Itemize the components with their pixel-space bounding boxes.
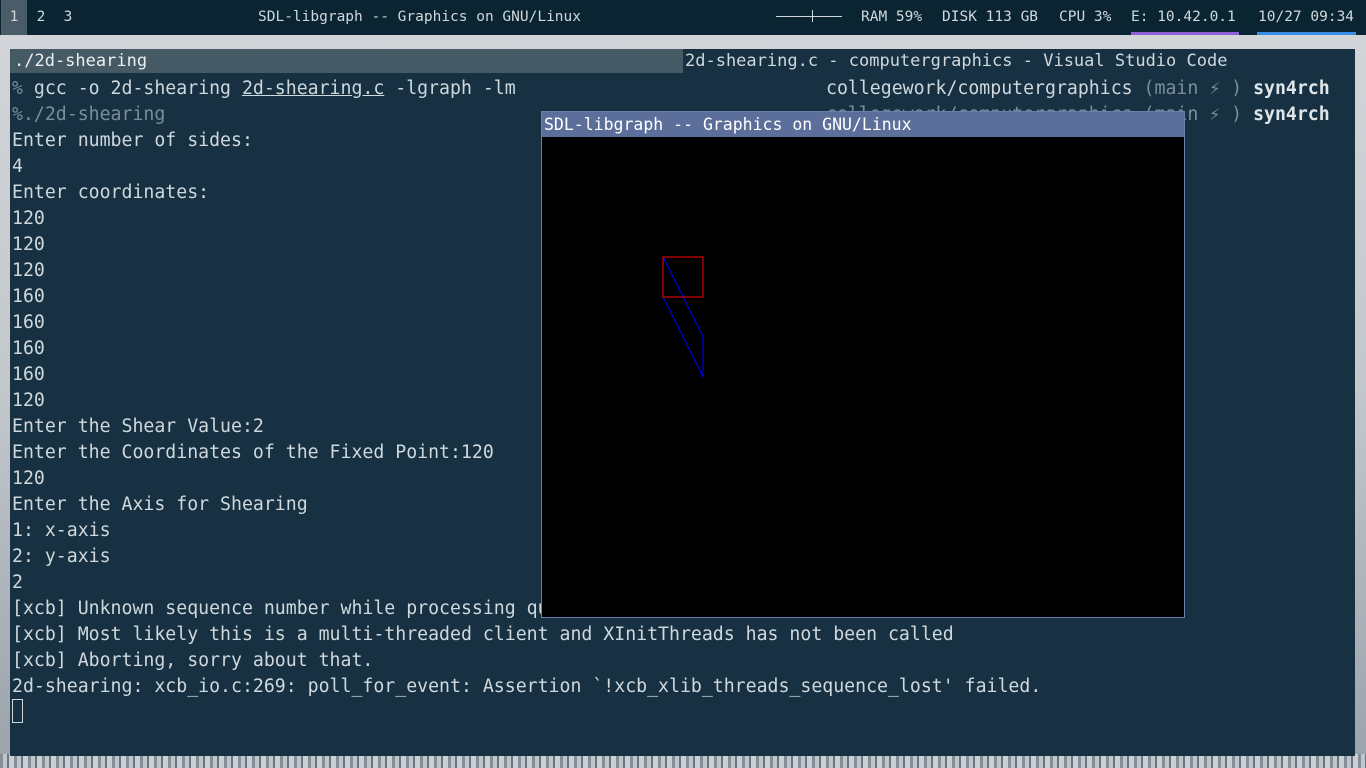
source-file-link[interactable]: 2d-shearing.c [242, 78, 384, 99]
prompt-path: collegework/computergraphics [826, 78, 1133, 99]
workspace-3-button[interactable]: 3 [55, 0, 81, 35]
tab-2d-shearing[interactable]: ./2d-shearing [10, 49, 683, 73]
output-line: [xcb] Aborting, sorry about that. [12, 650, 374, 671]
network-underline [1131, 32, 1239, 35]
output-line: 2: y-axis [12, 546, 111, 567]
sdl-graphics-window[interactable]: SDL-libgraph -- Graphics on GNU/Linux [541, 111, 1185, 618]
workspace-1-button[interactable]: 1 [1, 0, 27, 35]
git-status: (main ⚡ ) [1132, 78, 1254, 99]
sheared-polygon [662, 256, 704, 378]
prompt-symbol: % [12, 78, 34, 99]
output-line: 160 [12, 286, 45, 307]
output-line: 120 [12, 234, 45, 255]
wallpaper-texture [0, 754, 1366, 768]
disk-usage: DISK 113 GB [942, 9, 1039, 25]
terminal-tab-bar: ./2d-shearing 2d-shearing.c - computergr… [10, 49, 1355, 73]
output-line: Enter the Coordinates of the Fixed Point… [12, 442, 494, 463]
gcc-command-part: gcc -o 2d-shearing [33, 78, 242, 99]
tab-vscode[interactable]: 2d-shearing.c - computergraphics - Visua… [683, 49, 1227, 73]
output-line: 160 [12, 338, 45, 359]
graphics-canvas [662, 256, 704, 378]
output-line: 160 [12, 364, 45, 385]
clock-underline [1257, 32, 1356, 35]
output-line: 120 [12, 260, 45, 281]
output-line: [xcb] Most likely this is a multi-thread… [12, 624, 954, 645]
focused-window-title: SDL-libgraph -- Graphics on GNU/Linux [258, 9, 582, 25]
terminal-cursor [12, 699, 23, 723]
prompt-user: syn4rch [1253, 104, 1330, 125]
output-line: 120 [12, 468, 45, 489]
command-line-gcc: % gcc -o 2d-shearing 2d-shearing.c -lgra… [12, 76, 516, 102]
output-line: 1: x-axis [12, 520, 111, 541]
prompt-user: syn4rch [1253, 78, 1330, 99]
output-line: 120 [12, 208, 45, 229]
run-command: ./2d-shearing [22, 104, 166, 125]
output-line: 2 [12, 572, 23, 593]
workspace-2-button[interactable]: 2 [28, 0, 54, 35]
volume-slider-knob[interactable] [812, 10, 813, 22]
clock: 10/27 09:34 [1258, 9, 1355, 25]
top-status-bar: 1 2 3 SDL-libgraph -- Graphics on GNU/Li… [0, 0, 1366, 35]
output-line: 160 [12, 312, 45, 333]
output-line: [xcb] Unknown sequence number while proc… [12, 598, 582, 619]
prompt-symbol: % [12, 104, 23, 125]
output-line: Enter the Axis for Shearing [12, 494, 308, 515]
command-line-run: %./2d-shearing [12, 102, 165, 128]
cpu-usage: CPU 3% [1059, 9, 1112, 25]
output-line: Enter the Shear Value:2 [12, 416, 264, 437]
sdl-window-title[interactable]: SDL-libgraph -- Graphics on GNU/Linux [542, 112, 1184, 137]
gcc-flags: -lgraph -lm [384, 78, 516, 99]
right-prompt-1: collegework/computergraphics (main ⚡ ) s… [826, 76, 1330, 102]
network-address: E: 10.42.0.1 [1131, 9, 1236, 25]
output-line: 4 [12, 156, 23, 177]
volume-slider[interactable] [776, 16, 842, 17]
output-line: Enter number of sides: [12, 130, 253, 151]
output-line: Enter coordinates: [12, 182, 210, 203]
output-line: 2d-shearing: xcb_io.c:269: poll_for_even… [12, 676, 1042, 697]
original-polygon [662, 256, 704, 298]
ram-usage: RAM 59% [861, 9, 923, 25]
output-line: 120 [12, 390, 45, 411]
